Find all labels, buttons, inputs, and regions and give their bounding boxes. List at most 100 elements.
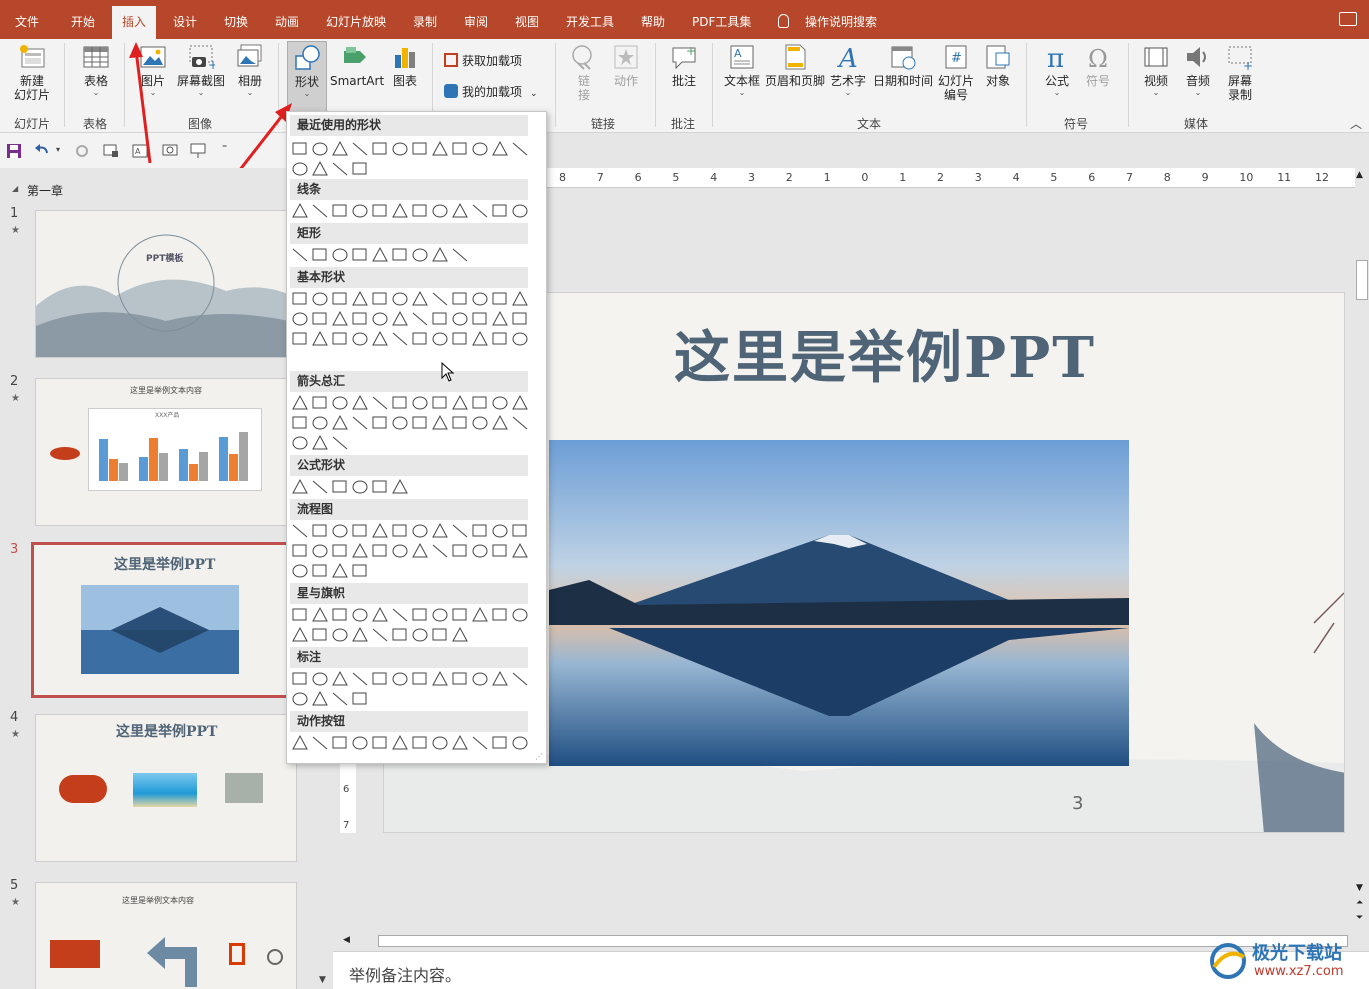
- shape-option[interactable]: [432, 246, 448, 262]
- shape-option[interactable]: [312, 396, 327, 409]
- shape-option[interactable]: [292, 692, 308, 706]
- shape-option[interactable]: [492, 310, 508, 326]
- shape-option[interactable]: [392, 396, 407, 409]
- shape-option[interactable]: [352, 290, 368, 306]
- smartart-button[interactable]: SmartArt: [330, 43, 384, 88]
- shape-option[interactable]: [332, 436, 348, 450]
- shape-option[interactable]: [392, 292, 408, 306]
- shape-option[interactable]: [332, 628, 348, 642]
- shape-option[interactable]: [432, 396, 447, 409]
- shape-option[interactable]: [412, 332, 427, 345]
- shape-option[interactable]: [372, 480, 387, 493]
- shape-option[interactable]: [312, 330, 328, 346]
- shape-option[interactable]: [332, 544, 347, 557]
- shape-option[interactable]: [352, 204, 368, 218]
- shape-option[interactable]: [392, 544, 408, 558]
- shape-option[interactable]: [332, 524, 348, 538]
- shape-option[interactable]: [412, 396, 428, 410]
- link-button[interactable]: 链接: [566, 43, 602, 102]
- shape-option[interactable]: [332, 248, 348, 262]
- shape-option[interactable]: [412, 248, 428, 262]
- shape-option[interactable]: [352, 524, 367, 537]
- shape-option[interactable]: [352, 736, 368, 750]
- action-button[interactable]: 动作: [608, 43, 644, 88]
- shape-option[interactable]: [352, 312, 367, 325]
- shape-option[interactable]: [352, 542, 368, 558]
- scroll-up-icon[interactable]: ▲: [1356, 170, 1363, 180]
- shape-option[interactable]: [472, 312, 487, 325]
- tab-home[interactable]: 开始: [71, 0, 95, 39]
- slide-thumbnail-5[interactable]: 这里是举例文本内容: [35, 882, 297, 989]
- scroll-left-icon[interactable]: ◀: [343, 935, 350, 945]
- vertical-scrollbar[interactable]: ▲ ▼ ⏶ ⏷: [1355, 168, 1369, 928]
- shape-option[interactable]: [292, 734, 308, 750]
- undo-icon[interactable]: [34, 143, 50, 159]
- shape-option[interactable]: [292, 564, 308, 578]
- shape-option[interactable]: [432, 204, 448, 218]
- section-collapse-icon[interactable]: ◢: [12, 184, 18, 193]
- shape-option[interactable]: [392, 478, 408, 494]
- slide-title[interactable]: 这里是举例PPT: [674, 313, 1096, 394]
- shape-option[interactable]: [352, 608, 368, 622]
- tab-developer[interactable]: 开发工具: [566, 0, 614, 39]
- shape-option[interactable]: [492, 414, 508, 430]
- shape-option[interactable]: [352, 564, 367, 577]
- shape-option[interactable]: [392, 142, 408, 156]
- get-addins-button[interactable]: 获取加载项: [444, 52, 522, 70]
- shape-option[interactable]: [492, 332, 507, 345]
- shape-option[interactable]: [472, 544, 488, 558]
- shape-option[interactable]: [512, 672, 528, 686]
- shape-option[interactable]: [432, 332, 448, 346]
- shape-option[interactable]: [312, 628, 327, 641]
- slide-thumbnail-3[interactable]: 这里是举例PPT: [31, 542, 299, 698]
- scroll-down-icon[interactable]: ▼: [319, 975, 326, 985]
- shape-option[interactable]: [492, 544, 507, 557]
- scroll-thumb[interactable]: [1356, 260, 1368, 300]
- shape-option[interactable]: [332, 310, 348, 326]
- undo-dropdown-icon[interactable]: ▾: [56, 145, 60, 154]
- shape-option[interactable]: [412, 542, 428, 558]
- shape-option[interactable]: [332, 396, 348, 410]
- shape-option[interactable]: [312, 564, 327, 577]
- previous-slide-icon[interactable]: ⏶: [1356, 898, 1363, 908]
- shape-option[interactable]: [372, 736, 387, 749]
- shape-option[interactable]: [412, 290, 428, 306]
- shape-option[interactable]: [512, 204, 528, 218]
- shape-option[interactable]: [312, 524, 327, 537]
- shape-option[interactable]: [452, 672, 467, 685]
- shape-option[interactable]: [372, 628, 388, 642]
- shape-option[interactable]: [512, 608, 528, 622]
- shape-option[interactable]: [412, 416, 427, 429]
- shape-option[interactable]: [472, 142, 488, 156]
- tab-help[interactable]: 帮助: [641, 0, 665, 39]
- shape-option[interactable]: [332, 204, 347, 217]
- shape-option[interactable]: [312, 160, 328, 176]
- shape-option[interactable]: [472, 292, 488, 306]
- shape-option[interactable]: [452, 248, 468, 262]
- shape-option[interactable]: [352, 480, 368, 494]
- shape-option[interactable]: [332, 292, 347, 305]
- wordart-button[interactable]: A 艺术字 ⌄: [828, 43, 868, 97]
- shape-option[interactable]: [392, 332, 408, 346]
- shape-option[interactable]: [332, 736, 347, 749]
- object-button[interactable]: 对象: [980, 43, 1016, 88]
- shape-option[interactable]: [372, 312, 388, 326]
- slide-thumbnail-4[interactable]: 这里是举例PPT: [35, 714, 297, 862]
- shape-option[interactable]: [292, 162, 308, 176]
- shape-option[interactable]: [472, 524, 487, 537]
- shape-option[interactable]: [372, 204, 387, 217]
- shape-option[interactable]: [452, 332, 467, 345]
- shape-option[interactable]: [332, 480, 347, 493]
- shape-option[interactable]: [312, 480, 328, 494]
- shape-option[interactable]: [452, 416, 467, 429]
- shape-option[interactable]: [292, 312, 308, 326]
- comment-button[interactable]: + 批注: [665, 43, 703, 88]
- shape-option[interactable]: [352, 672, 368, 686]
- tab-slideshow[interactable]: 幻灯片放映: [326, 0, 386, 39]
- shape-option[interactable]: [372, 396, 388, 410]
- shape-option[interactable]: [332, 608, 347, 621]
- resize-grip-icon[interactable]: ⋰: [535, 752, 543, 761]
- shape-option[interactable]: [432, 312, 447, 325]
- slide-thumbnail-1[interactable]: PPT模板: [35, 210, 297, 358]
- shape-option[interactable]: [352, 394, 368, 410]
